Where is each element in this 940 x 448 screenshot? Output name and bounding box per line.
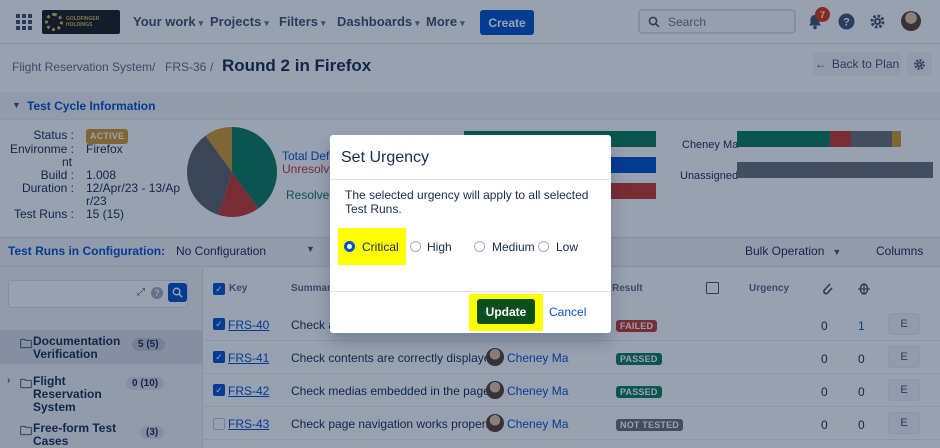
option-critical-label[interactable]: Critical xyxy=(362,240,399,254)
dialog-divider xyxy=(330,179,611,180)
cancel-button[interactable]: Cancel xyxy=(549,305,586,319)
radio-critical[interactable] xyxy=(344,241,355,252)
radio-high[interactable] xyxy=(410,241,421,252)
option-low-label[interactable]: Low xyxy=(556,240,578,254)
dialog-body-text: The selected urgency will apply to all s… xyxy=(345,188,589,216)
option-medium-label[interactable]: Medium xyxy=(492,240,535,254)
option-high-label[interactable]: High xyxy=(427,240,452,254)
dialog-footer-divider xyxy=(330,291,611,292)
dialog-title: Set Urgency xyxy=(341,149,430,166)
radio-low[interactable] xyxy=(538,241,549,252)
radio-medium[interactable] xyxy=(474,241,485,252)
set-urgency-dialog: Set Urgency The selected urgency will ap… xyxy=(330,135,611,333)
update-button[interactable]: Update xyxy=(477,299,535,324)
